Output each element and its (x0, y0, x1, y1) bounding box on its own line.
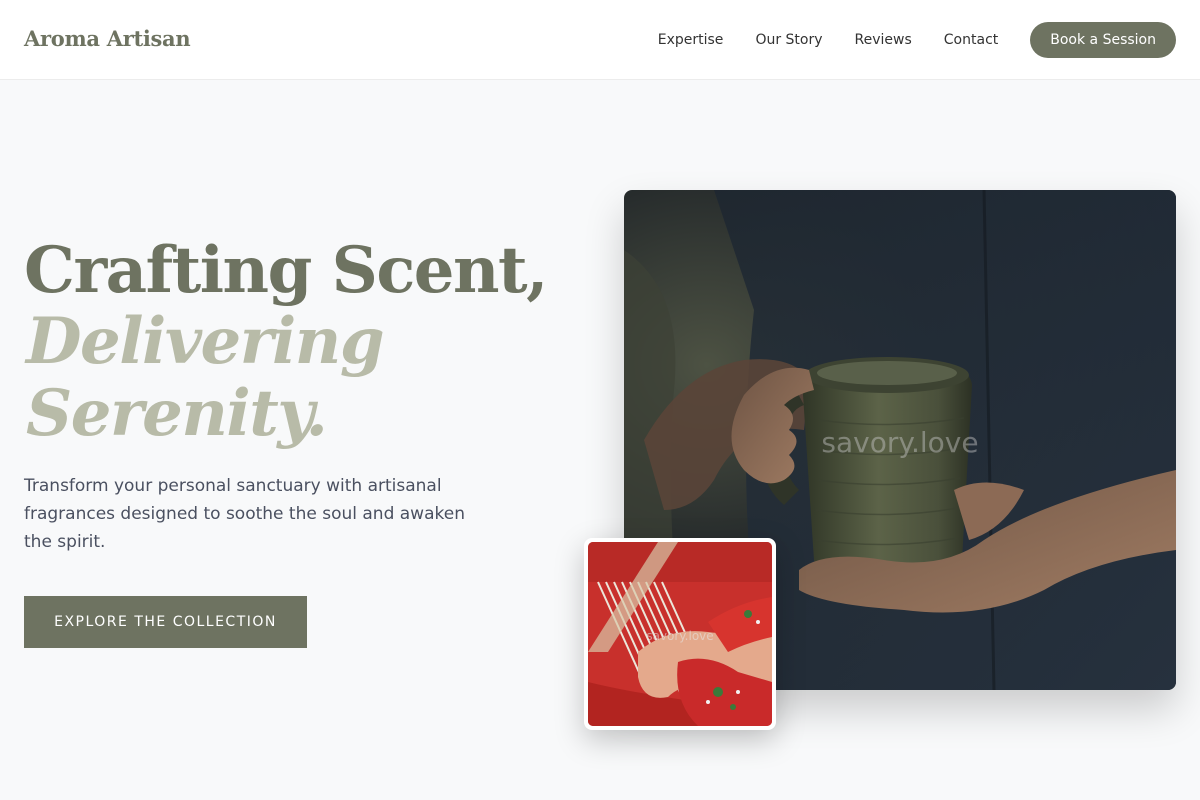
brand-logo[interactable]: Aroma Artisan (24, 26, 191, 51)
site-header: Aroma Artisan Expertise Our Story Review… (0, 0, 1200, 80)
weaving-photo-illustration: savory.love (588, 542, 772, 726)
nav-link-reviews[interactable]: Reviews (855, 32, 912, 48)
nav-link-expertise[interactable]: Expertise (658, 32, 724, 48)
inset-image-weaving: savory.love (584, 538, 776, 730)
main-image-watermark: savory.love (821, 426, 978, 459)
inset-image-frame: savory.love (588, 542, 772, 726)
explore-collection-button[interactable]: EXPLORE THE COLLECTION (24, 596, 307, 648)
headline-line-1: Crafting Scent, (24, 233, 548, 308)
inset-image-watermark: savory.love (646, 629, 713, 643)
hero-subtitle: Transform your personal sanctuary with a… (24, 476, 465, 552)
nav-link-our-story[interactable]: Our Story (755, 32, 822, 48)
headline-line-2: Delivering (26, 304, 385, 379)
headline-line-3: Serenity. (26, 376, 328, 451)
main-nav: Expertise Our Story Reviews Contact Book… (658, 0, 1176, 80)
book-session-button[interactable]: Book a Session (1030, 22, 1176, 58)
nav-link-contact[interactable]: Contact (944, 32, 998, 48)
